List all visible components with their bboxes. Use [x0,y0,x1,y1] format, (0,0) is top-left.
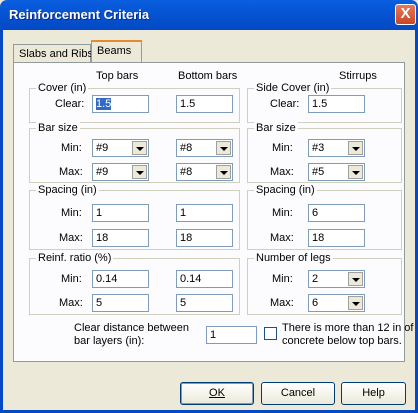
bar-size-max-label: Max: [59,166,83,178]
close-icon[interactable]: X [395,4,416,25]
cover-clear-label: Clear: [55,98,85,110]
cover-group-title: Cover (in) [36,82,89,94]
chevron-down-icon[interactable] [132,165,147,179]
cover-bottom-input[interactable]: 1.5 [176,95,233,113]
stirrup-spacing-max-input[interactable]: 18 [308,229,365,247]
clear-distance-label-line1: Clear distance between [74,322,189,334]
spacing-top-min-input[interactable]: 1 [92,204,149,222]
stirrup-spacing-max-label: Max: [270,232,294,244]
chevron-down-icon[interactable] [348,272,363,286]
concrete-below-checkbox[interactable] [264,327,277,340]
chevron-down-icon[interactable] [216,141,231,155]
reinf-ratio-max-label: Max: [59,297,83,309]
cancel-button-label: Cancel [280,387,316,399]
ok-button[interactable]: OK [180,382,254,405]
clear-distance-label-line2: bar layers (in): [74,335,145,347]
reinf-ratio-top-max-input[interactable]: 5 [92,294,149,312]
bar-size-top-min-select[interactable]: #9 [92,139,149,157]
side-cover-group-title: Side Cover (in) [254,82,332,94]
reinf-ratio-bottom-min-input[interactable]: 0.14 [176,270,233,288]
concrete-check-label-line1: There is more than 12 in of [282,322,414,334]
side-cover-input[interactable]: 1.5 [308,95,365,113]
ok-button-label: OK [209,387,225,399]
window-title: Reinforcement Criteria [9,7,150,22]
legs-min-label: Min: [272,273,293,285]
stirrup-spacing-min-label: Min: [272,207,293,219]
window-border-left [0,30,3,413]
chevron-down-icon[interactable] [348,296,363,310]
bar-size-bottom-max-select[interactable]: #8 [176,163,233,181]
stirrup-bar-size-max-select[interactable]: #5 [308,163,365,181]
bottom-bars-header: Bottom bars [178,70,238,82]
legs-group-title: Number of legs [254,252,333,264]
bar-size-bottom-min-select[interactable]: #8 [176,139,233,157]
reinf-ratio-bottom-max-input[interactable]: 5 [176,294,233,312]
top-bars-header: Top bars [96,70,139,82]
help-button[interactable]: Help [341,382,406,405]
legs-max-select[interactable]: 6 [308,294,365,312]
help-button-label: Help [362,387,385,399]
spacing-top-max-input[interactable]: 18 [92,229,149,247]
spacing-bottom-min-input[interactable]: 1 [176,204,233,222]
spacing-bottom-max-input[interactable]: 18 [176,229,233,247]
chevron-down-icon[interactable] [132,141,147,155]
bar-size-min-label: Min: [61,142,82,154]
bar-size-group-title: Bar size [36,122,80,134]
spacing-group-title: Spacing (in) [36,184,99,196]
reinf-ratio-min-label: Min: [61,273,82,285]
stirrup-spacing-min-input[interactable]: 6 [308,204,365,222]
reinf-ratio-top-min-input[interactable]: 0.14 [92,270,149,288]
title-bar: Reinforcement Criteria X [0,0,418,30]
concrete-check-label-line2: concrete below top bars. [282,335,402,347]
stirrups-header: Stirrups [339,70,377,82]
legs-max-label: Max: [270,297,294,309]
stirrup-bar-size-min-label: Min: [272,142,293,154]
legs-min-select[interactable]: 2 [308,270,365,288]
tab-beams[interactable]: Beams [91,40,142,62]
cover-top-input[interactable]: 1.5 [92,95,149,113]
stirrup-bar-size-group-title: Bar size [254,122,298,134]
stirrup-bar-size-max-label: Max: [270,166,294,178]
stirrup-spacing-group-title: Spacing (in) [254,184,317,196]
reinf-ratio-group-title: Reinf. ratio (%) [36,252,114,264]
cancel-button[interactable]: Cancel [261,382,335,405]
chevron-down-icon[interactable] [216,165,231,179]
spacing-min-label: Min: [61,207,82,219]
clear-distance-input[interactable]: 1 [206,326,257,344]
stirrup-bar-size-min-select[interactable]: #3 [308,139,365,157]
tab-slabs-and-ribs[interactable]: Slabs and Ribs [13,44,93,62]
spacing-max-label: Max: [59,232,83,244]
side-cover-clear-label: Clear: [270,98,300,110]
chevron-down-icon[interactable] [348,165,363,179]
chevron-down-icon[interactable] [348,141,363,155]
bar-size-top-max-select[interactable]: #9 [92,163,149,181]
